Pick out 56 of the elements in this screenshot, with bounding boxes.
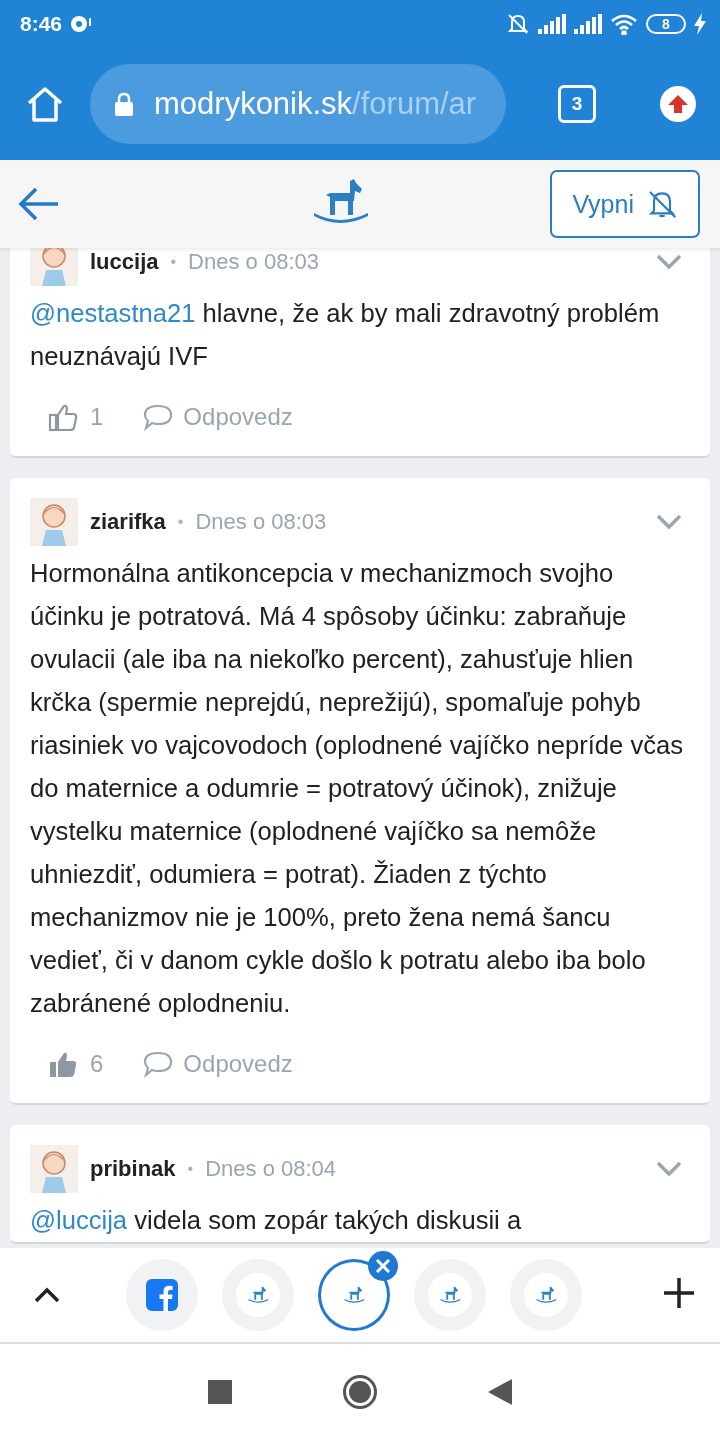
rocking-horse-icon [247,1284,269,1306]
post-text: @nestastna21 hlavne, že ak by mali zdravotný problém neuznávajú IVF [30,298,661,372]
arrow-up-icon [667,94,689,114]
back-icon[interactable] [488,1379,512,1405]
caret-up-icon[interactable] [34,1287,60,1303]
notification-icon [70,14,93,34]
url-path: /forum/ar [352,86,477,121]
reply-button[interactable]: Odpovedz [143,1050,293,1078]
mention-link[interactable]: @luccija [30,1206,128,1234]
url-domain: modrykonik.sk [154,86,353,121]
tab-count-button[interactable]: 3 [558,85,596,123]
back-arrow-icon[interactable] [18,187,60,221]
muted-bell-icon [646,188,678,220]
post-time: Dnes o 08:03 [188,249,319,275]
author-name[interactable]: pribinak [90,1156,176,1182]
like-button[interactable]: 1 [48,402,104,432]
author-name[interactable]: ziarifka [90,509,166,535]
separator-dot: • [177,513,184,531]
reply-button[interactable]: Odpovedz [143,403,293,431]
close-tab-icon[interactable] [368,1251,398,1281]
avatar-icon [30,498,78,546]
mention-link[interactable]: @nestastna21 [30,299,196,327]
wifi-icon [610,13,638,35]
thumbs-up-icon [48,402,78,432]
lock-icon [114,92,134,116]
new-tab-icon[interactable] [664,1278,694,1308]
battery-level: 8 [646,14,686,34]
speech-bubble-icon [143,403,174,431]
rocking-horse-icon [535,1284,557,1306]
like-button[interactable]: 6 [48,1049,104,1079]
avatar-icon [30,248,78,286]
post-text: Hormonálna antikoncepcia v mechanizmoch svojho účinku je potratová. Má 4 spôsoby účinku: zabraňuje ovulacii (ale iba na niekoľko percent), zahusťuje hlien krčka (spermie neprejdú, neprežijú), spomaľuje pohyb riasiniek vo vajcovodoch (oplodnené vajíčko nepríde včas do maternice a odumrie = potratový účinok), znižuje vystelku maternice (oplodnené vajíčko sa nemôže uhniezdiť, odumiera = potrat). Žiaden z týchto mechanizmov nie je 100%, preto žena nemá šancu vedieť, či v danom cykle došlo k potratu alebo iba bolo zabránené oplodneniu. [30,558,684,1019]
signal-icon [574,14,602,34]
avatar-icon [30,1145,78,1193]
url-field[interactable]: modrykonik.sk/forum/ar [90,64,506,144]
update-button[interactable] [660,86,696,122]
post-time: Dnes o 08:03 [195,509,327,535]
post-time: Dnes o 08:04 [205,1156,337,1182]
muted-bell-icon [506,12,530,36]
separator-dot: • [187,1160,194,1178]
rocking-horse-icon [343,1284,365,1306]
speech-bubble-icon [143,1050,174,1078]
rocking-horse-icon [439,1284,461,1306]
home-icon[interactable] [26,86,64,122]
mute-notifications-button[interactable]: Vypni [550,170,700,238]
signal-icon [538,14,566,34]
home-button-icon[interactable] [342,1374,378,1410]
charging-icon [694,13,706,35]
author-name[interactable]: luccija [90,249,159,275]
chevron-down-icon[interactable] [656,514,682,530]
clock-time: 8:46 [20,12,63,36]
facebook-icon [146,1279,178,1311]
post-text: @luccija videla som zopár takých diskusii a [30,1205,523,1236]
separator-dot: • [170,253,177,271]
chevron-down-icon[interactable] [656,1161,682,1177]
chevron-down-icon[interactable] [656,254,682,270]
